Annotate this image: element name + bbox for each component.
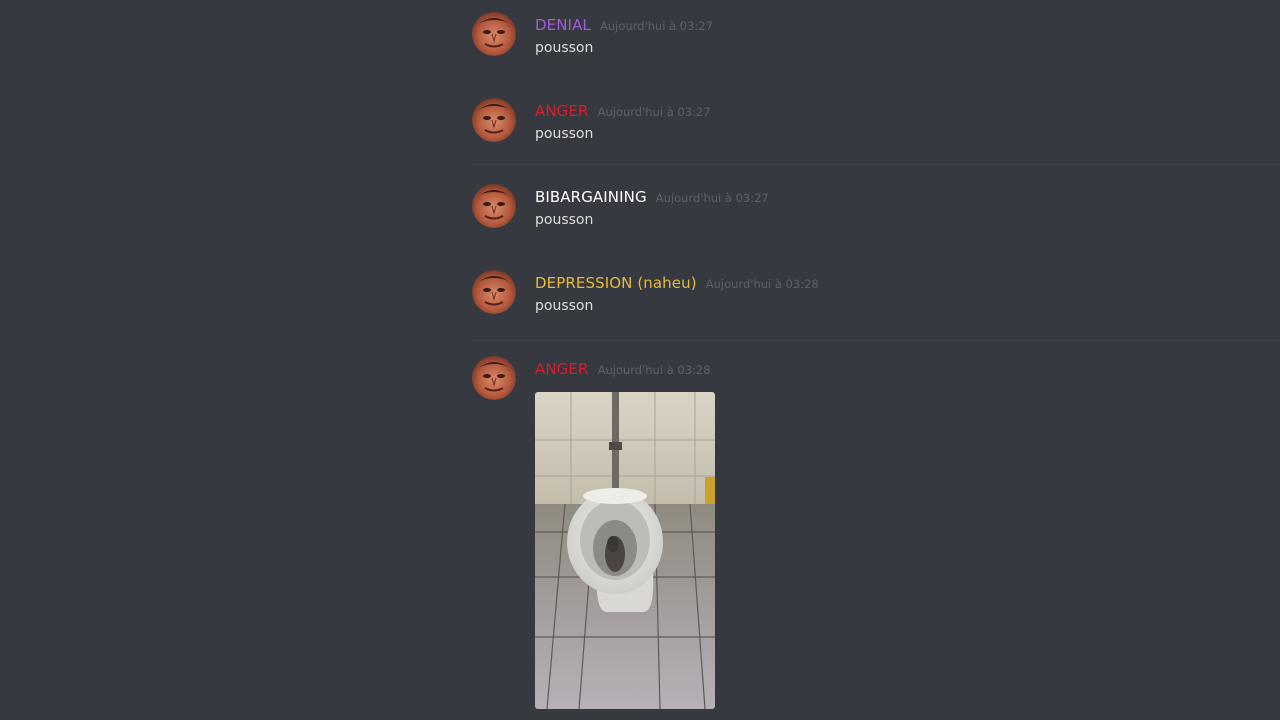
avatar[interactable] bbox=[472, 98, 516, 142]
chat-messages: DENIAL Aujourd'hui à 03:27 pousson ANGER… bbox=[0, 0, 1280, 720]
username[interactable]: ANGER bbox=[535, 360, 589, 378]
username[interactable]: DEPRESSION (naheu) bbox=[535, 274, 697, 292]
timestamp: Aujourd'hui à 03:28 bbox=[705, 277, 819, 291]
timestamp: Aujourd'hui à 03:27 bbox=[655, 191, 769, 205]
message-content: pousson bbox=[535, 212, 594, 228]
avatar[interactable] bbox=[472, 12, 516, 56]
message-content: pousson bbox=[535, 126, 594, 142]
message-divider bbox=[472, 340, 1280, 341]
username[interactable]: ANGER bbox=[535, 102, 589, 120]
avatar[interactable] bbox=[472, 270, 516, 314]
avatar[interactable] bbox=[472, 184, 516, 228]
message-header: BIBARGAINING Aujourd'hui à 03:27 bbox=[535, 187, 769, 206]
message-content: pousson bbox=[535, 298, 594, 314]
message-divider bbox=[472, 164, 1280, 165]
message-content: pousson bbox=[535, 40, 594, 56]
username[interactable]: DENIAL bbox=[535, 16, 591, 34]
username[interactable]: BIBARGAINING bbox=[535, 188, 647, 206]
timestamp: Aujourd'hui à 03:27 bbox=[597, 105, 711, 119]
message-header: ANGER Aujourd'hui à 03:28 bbox=[535, 359, 711, 378]
image-attachment[interactable] bbox=[535, 392, 715, 709]
message-header: DEPRESSION (naheu) Aujourd'hui à 03:28 bbox=[535, 273, 819, 292]
timestamp: Aujourd'hui à 03:28 bbox=[597, 363, 711, 377]
message-header: ANGER Aujourd'hui à 03:27 bbox=[535, 101, 711, 120]
timestamp: Aujourd'hui à 03:27 bbox=[599, 19, 713, 33]
message-header: DENIAL Aujourd'hui à 03:27 bbox=[535, 15, 713, 34]
avatar[interactable] bbox=[472, 356, 516, 400]
